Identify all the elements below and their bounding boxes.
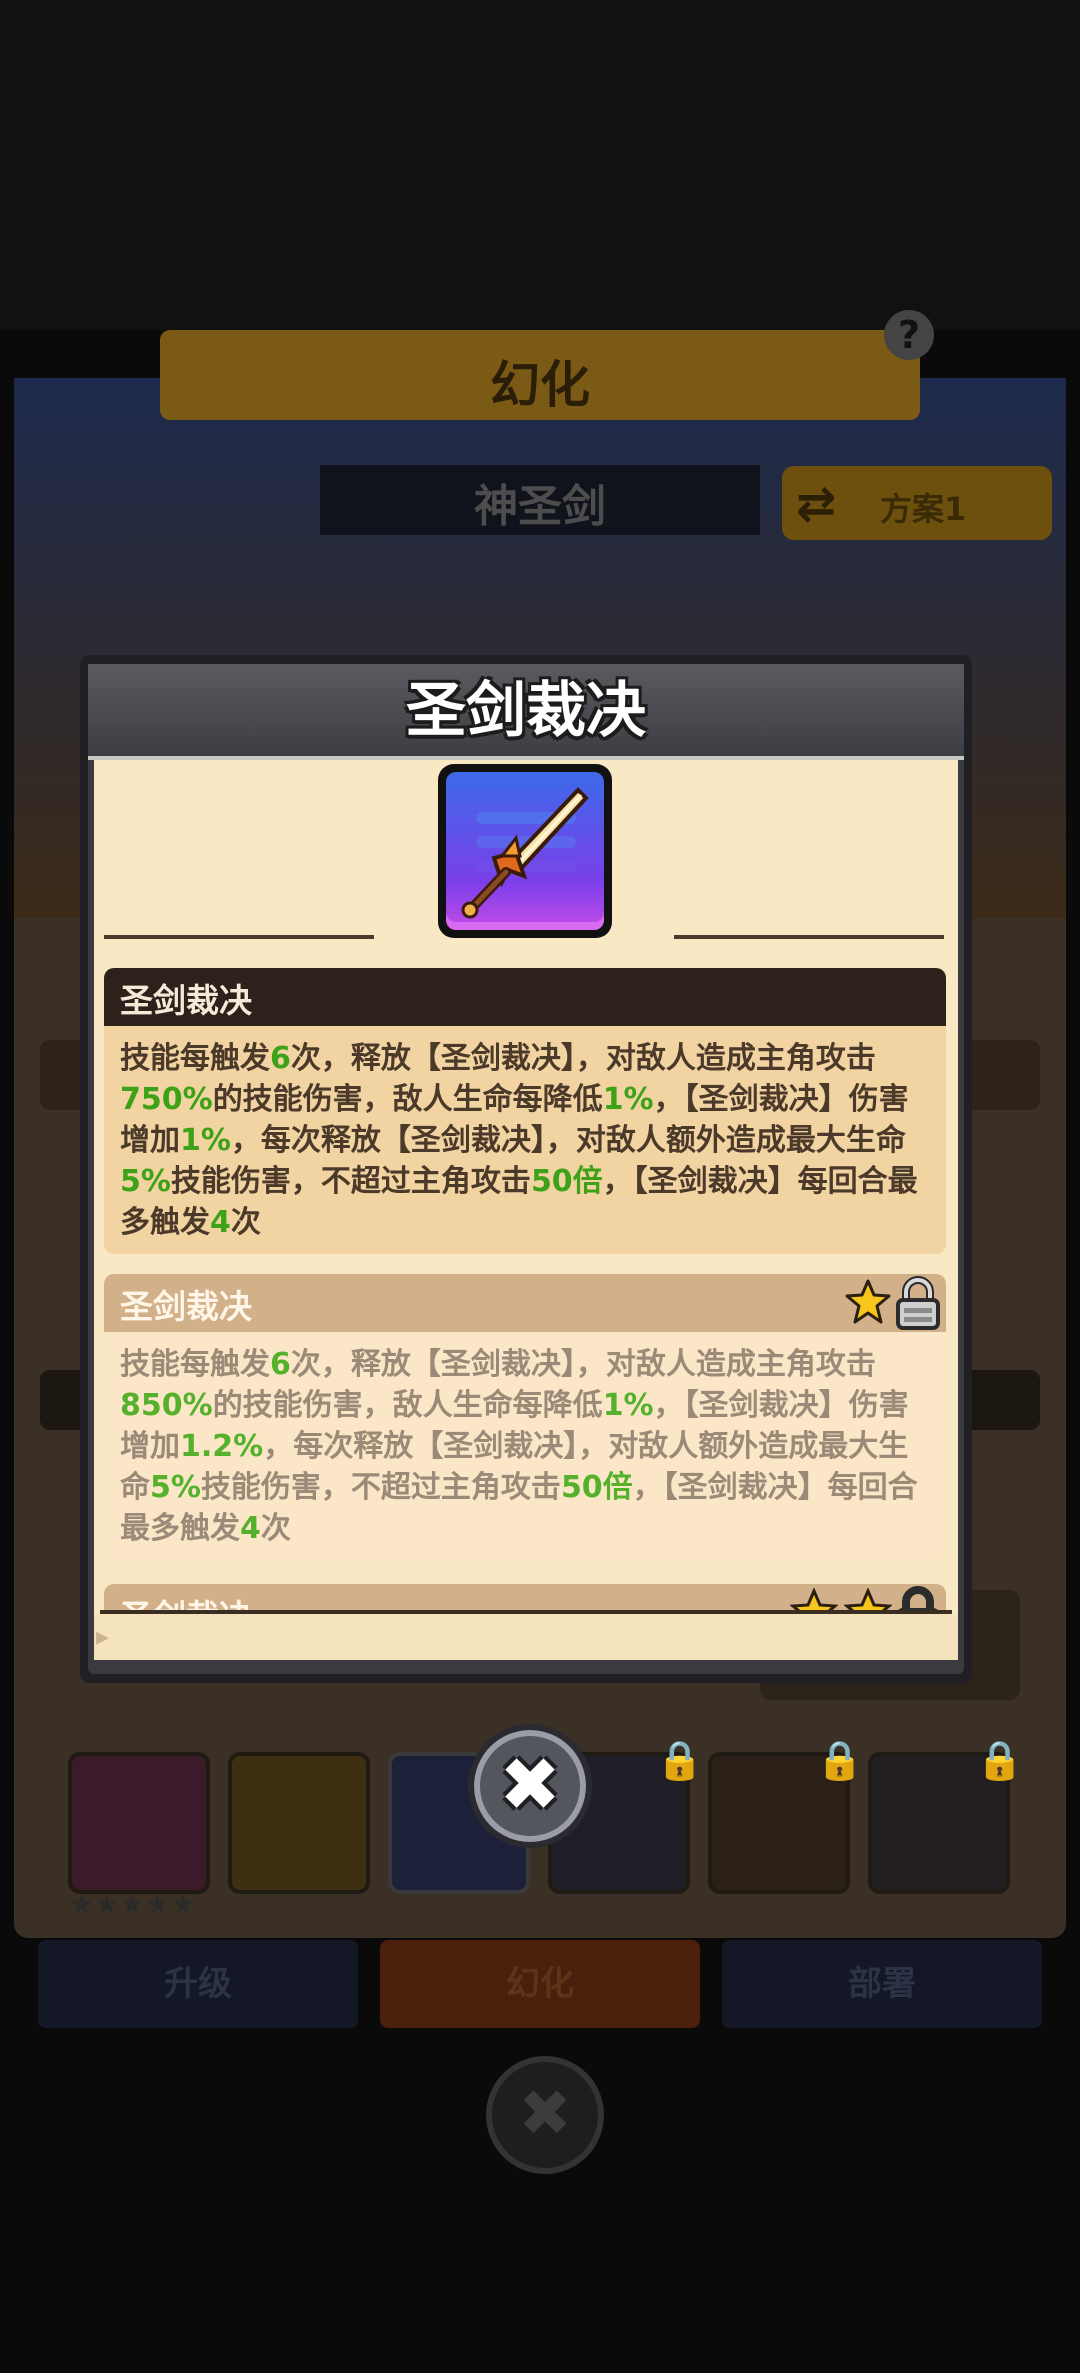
tab-upgrade: 升级 — [38, 1940, 358, 2028]
lock-icon — [898, 1586, 938, 1610]
close-icon[interactable]: ✖ — [468, 1726, 592, 1844]
sword-graphic — [461, 787, 589, 919]
help-icon: ? — [884, 310, 934, 360]
tab-deploy: 部署 — [722, 1940, 1042, 2028]
dialog-title: 圣剑裁决 — [406, 676, 646, 746]
skill-level-3-title: 圣剑裁决 — [120, 1590, 252, 1610]
weapon-slot: 🔒 — [708, 1738, 863, 1894]
weapon-slot — [228, 1752, 370, 1894]
star-icon — [845, 1279, 891, 1324]
lock-icon — [896, 1276, 940, 1330]
background-close-icon: ✖ — [486, 2056, 604, 2174]
swap-icon: ⇄ — [796, 476, 837, 532]
weapon-slot — [68, 1752, 210, 1894]
scroll-indicator-icon: ▸ — [96, 1622, 110, 1652]
weapon-stars: ★★★★★ — [70, 1890, 197, 1920]
background-title: 幻化 — [490, 356, 590, 414]
tab-transform: 幻化 — [380, 1940, 700, 2028]
skill-level-1-header: 圣剑裁决 — [104, 968, 946, 1026]
divider-left — [104, 935, 374, 939]
dialog-footer — [94, 1614, 958, 1660]
star-icon — [790, 1588, 838, 1610]
weapon-name: 神圣剑 — [474, 481, 606, 532]
lock-icon: 🔒 — [656, 1738, 704, 1782]
bottom-tab-bar: 升级 幻化 部署 — [30, 1940, 1050, 2030]
lock-icon: 🔒 — [976, 1738, 1024, 1782]
skill-level-2-header: 圣剑裁决 — [104, 1274, 946, 1332]
holy-sword-icon — [446, 772, 604, 930]
skill-level-1-body: 技能每触发6次，释放【圣剑裁决】，对敌人造成主角攻击750%的技能伤害，敌人生命… — [104, 1026, 946, 1254]
plan-label: 方案1 — [880, 490, 967, 528]
skill-level-1-description: 技能每触发6次，释放【圣剑裁决】，对敌人造成主角攻击750%的技能伤害，敌人生命… — [120, 1041, 918, 1240]
skill-level-1-title: 圣剑裁决 — [120, 981, 252, 1020]
skill-level-2-title: 圣剑裁决 — [120, 1287, 252, 1326]
background-top — [0, 0, 1080, 330]
divider-right — [674, 935, 944, 939]
weapon-slot: 🔒 — [868, 1738, 1023, 1894]
lock-icon: 🔒 — [816, 1738, 864, 1782]
skill-level-2-description: 技能每触发6次，释放【圣剑裁决】，对敌人造成主角攻击850%的技能伤害，敌人生命… — [120, 1347, 918, 1546]
star-icon — [844, 1588, 892, 1610]
skill-level-3-header: 圣剑裁决 — [104, 1584, 946, 1610]
skill-level-2-body: 技能每触发6次，释放【圣剑裁决】，对敌人造成主角攻击850%的技能伤害，敌人生命… — [104, 1332, 946, 1560]
